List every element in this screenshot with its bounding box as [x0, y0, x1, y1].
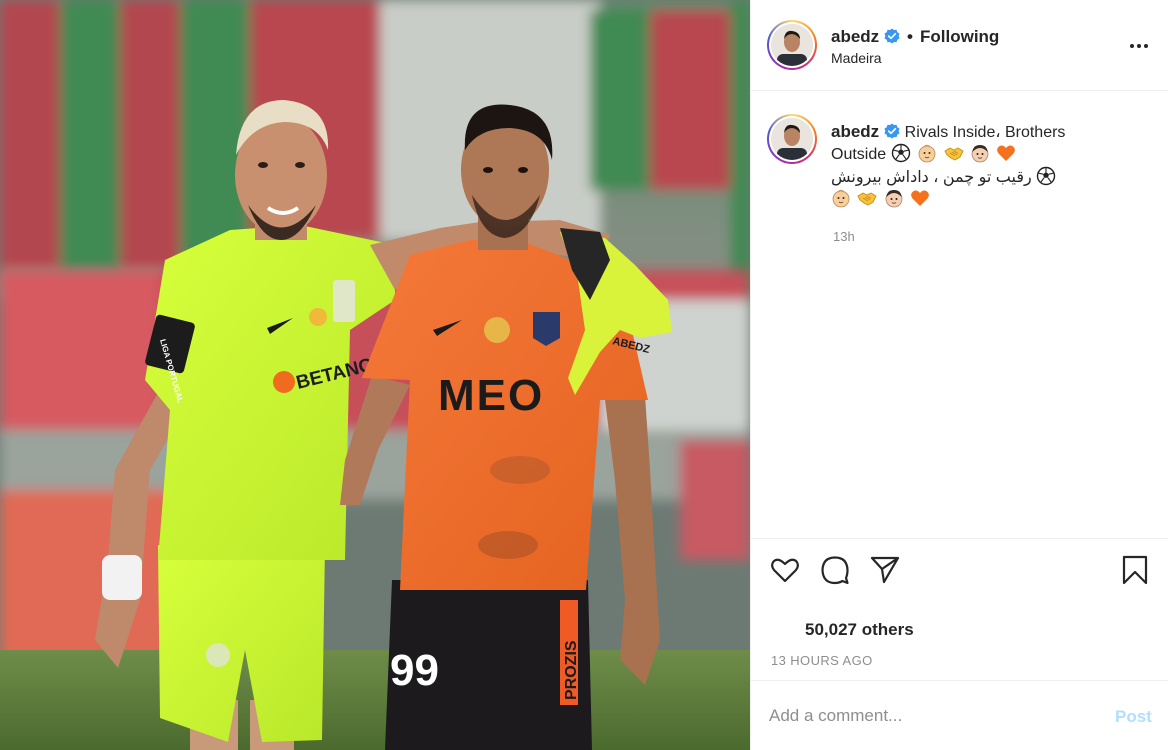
verified-badge-icon	[884, 28, 900, 44]
boy-face-icon	[971, 145, 989, 163]
caption-avatar[interactable]	[767, 114, 817, 164]
orange-heart-icon	[911, 190, 930, 206]
post-comment-button[interactable]: Post	[1115, 707, 1152, 727]
shirt-sponsor-right: MEO	[438, 371, 544, 420]
photo-illustration: BETANO LIGA PORTUGAL MEO 99 PROZIS ABEDZ	[0, 0, 750, 750]
handshake-icon	[857, 192, 878, 206]
avatar[interactable]	[767, 20, 817, 70]
orange-heart-icon	[997, 145, 1016, 161]
bookmark-icon[interactable]	[1119, 554, 1151, 586]
baby-face-icon	[832, 189, 850, 208]
boy-face-icon	[885, 190, 903, 208]
share-icon[interactable]	[869, 554, 901, 586]
soccer-ball-icon	[891, 143, 910, 163]
handshake-icon	[943, 147, 964, 161]
post-photo[interactable]: BETANO LIGA PORTUGAL MEO 99 PROZIS ABEDZ	[0, 0, 750, 750]
baby-face-icon	[918, 144, 936, 163]
username[interactable]: abedz	[831, 27, 900, 47]
caption-text-persian: رقیب تو چمن ، داداش بیرونش	[831, 169, 1032, 186]
following-button[interactable]: Following	[920, 27, 999, 47]
shorts-number: 99	[390, 646, 439, 695]
post-header: abedz • Following Madeira	[751, 0, 1168, 91]
shorts-sponsor: PROZIS	[563, 640, 580, 700]
comment-bar: Post	[751, 680, 1168, 750]
avatar-image	[771, 118, 813, 160]
caption-text-line2: Outside	[831, 146, 887, 163]
comment-icon[interactable]	[819, 554, 851, 586]
caption-text-line1: Rivals Inside، Brothers	[904, 124, 1066, 141]
post-side-panel: abedz • Following Madeira abedz Rivals I…	[750, 0, 1168, 750]
soccer-ball-icon	[1036, 166, 1056, 186]
post-actions: 50,027 others 13 HOURS AGO	[751, 538, 1168, 680]
likes-count[interactable]: 50,027 others	[805, 620, 914, 640]
more-options-icon[interactable]	[1127, 36, 1151, 56]
avatar-image	[771, 24, 813, 66]
caption-timestamp[interactable]: 13h	[833, 229, 855, 244]
location-link[interactable]: Madeira	[831, 50, 882, 66]
heart-icon[interactable]	[769, 554, 801, 586]
caption-username[interactable]: abedz	[831, 122, 879, 141]
header-separator: •	[907, 27, 913, 46]
comment-input[interactable]	[769, 703, 1089, 729]
verified-badge-icon	[884, 123, 900, 139]
post-timestamp[interactable]: 13 HOURS AGO	[771, 653, 873, 668]
